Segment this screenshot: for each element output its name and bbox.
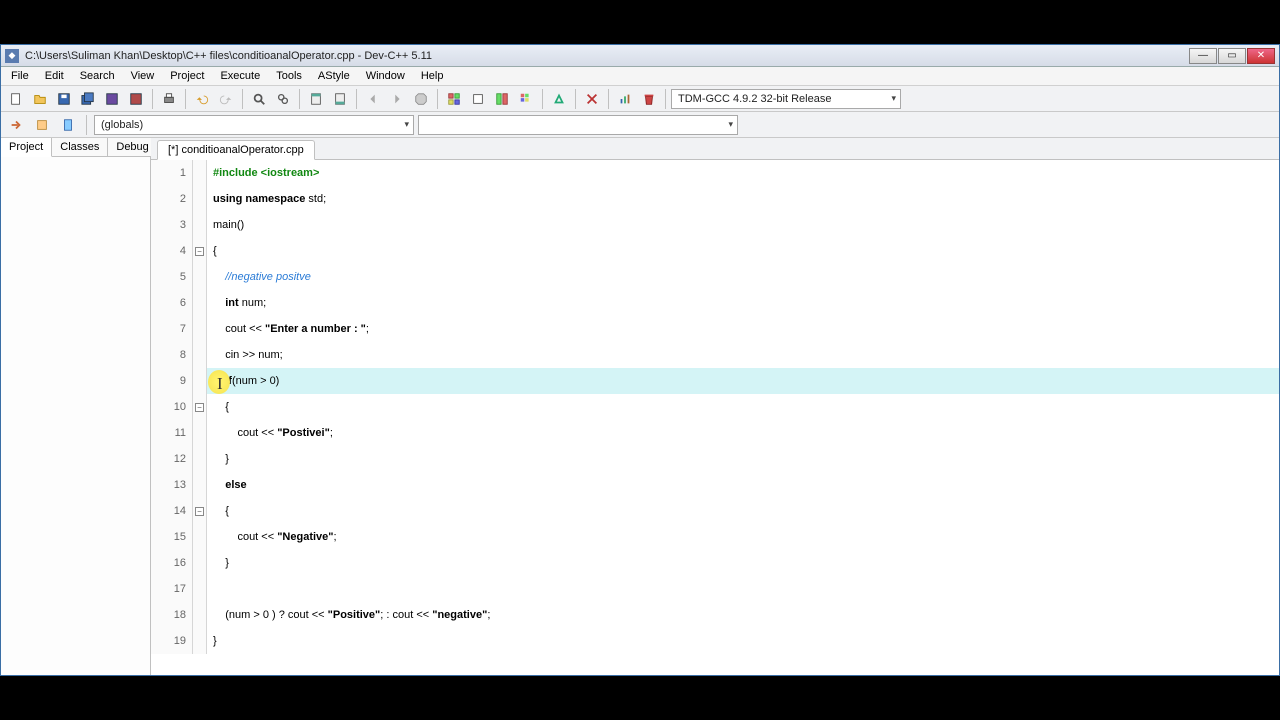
minimize-button[interactable]: — (1189, 48, 1217, 64)
trash-icon[interactable] (638, 88, 660, 110)
fold-minus-icon[interactable]: − (195, 247, 204, 256)
line-number: 18 (151, 602, 193, 628)
menu-help[interactable]: Help (413, 68, 452, 84)
scope-select[interactable]: (globals) (94, 115, 414, 135)
code-editor[interactable]: I 1#include <iostream> 2using namespace … (151, 160, 1279, 675)
save-icon[interactable] (53, 88, 75, 110)
compiler-select[interactable]: TDM-GCC 4.9.2 32-bit Release (671, 89, 901, 109)
save-all-icon[interactable] (77, 88, 99, 110)
app-icon: ◆ (5, 49, 19, 63)
menu-astyle[interactable]: AStyle (310, 68, 358, 84)
menu-project[interactable]: Project (162, 68, 212, 84)
open-file-icon[interactable] (29, 88, 51, 110)
member-select[interactable] (418, 115, 738, 135)
side-panel: Project Classes Debug (1, 138, 151, 675)
undo-icon[interactable] (191, 88, 213, 110)
bookmark2-icon[interactable] (329, 88, 351, 110)
menu-tools[interactable]: Tools (268, 68, 310, 84)
line-number: 1 (151, 160, 193, 186)
project-tree[interactable] (1, 157, 150, 675)
toolbar-main: TDM-GCC 4.9.2 32-bit Release (1, 86, 1279, 112)
find-icon[interactable] (248, 88, 270, 110)
line-number: 3 (151, 212, 193, 238)
goto-func-icon[interactable] (5, 114, 27, 136)
debug-icon[interactable] (548, 88, 570, 110)
line-number: 16 (151, 550, 193, 576)
redo-icon[interactable] (215, 88, 237, 110)
nav-fwd-icon[interactable] (386, 88, 408, 110)
line-number: 4 (151, 238, 193, 264)
goto-line-icon[interactable] (57, 114, 79, 136)
tab-project[interactable]: Project (1, 138, 52, 157)
menu-search[interactable]: Search (72, 68, 123, 84)
line-number: 6 (151, 290, 193, 316)
rebuild-icon[interactable] (515, 88, 537, 110)
line-number: 14 (151, 498, 193, 524)
fold-minus-icon[interactable]: − (195, 403, 204, 412)
nav-stop-icon[interactable] (410, 88, 432, 110)
line-number: 12 (151, 446, 193, 472)
line-number: 9 (151, 368, 193, 394)
profile-icon[interactable] (614, 88, 636, 110)
line-number: 15 (151, 524, 193, 550)
line-number: 13 (151, 472, 193, 498)
save-project-icon[interactable] (101, 88, 123, 110)
close-file-icon[interactable] (125, 88, 147, 110)
menu-file[interactable]: File (3, 68, 37, 84)
menu-edit[interactable]: Edit (37, 68, 72, 84)
line-number: 8 (151, 342, 193, 368)
title-bar[interactable]: ◆ C:\Users\Suliman Khan\Desktop\C++ file… (1, 45, 1279, 67)
compile-icon[interactable] (443, 88, 465, 110)
run-icon[interactable] (467, 88, 489, 110)
stop-icon[interactable] (581, 88, 603, 110)
close-button[interactable]: ✕ (1247, 48, 1275, 64)
editor-pane: [*] conditioanalOperator.cpp I 1#include… (151, 138, 1279, 675)
line-number: 10 (151, 394, 193, 420)
fold-minus-icon[interactable]: − (195, 507, 204, 516)
compile-run-icon[interactable] (491, 88, 513, 110)
line-number: 11 (151, 420, 193, 446)
line-number: 19 (151, 628, 193, 654)
line-number: 7 (151, 316, 193, 342)
tab-classes[interactable]: Classes (52, 138, 108, 156)
bookmark1-icon[interactable] (305, 88, 327, 110)
menu-window[interactable]: Window (358, 68, 413, 84)
new-file-icon[interactable] (5, 88, 27, 110)
replace-icon[interactable] (272, 88, 294, 110)
line-number: 17 (151, 576, 193, 602)
new-class-icon[interactable] (31, 114, 53, 136)
window-title: C:\Users\Suliman Khan\Desktop\C++ files\… (25, 50, 1189, 62)
line-number: 5 (151, 264, 193, 290)
maximize-button[interactable]: ▭ (1218, 48, 1246, 64)
menu-bar: File Edit Search View Project Execute To… (1, 67, 1279, 86)
toolbar-scope: (globals) (1, 112, 1279, 138)
menu-execute[interactable]: Execute (212, 68, 268, 84)
nav-back-icon[interactable] (362, 88, 384, 110)
print-icon[interactable] (158, 88, 180, 110)
app-window: ◆ C:\Users\Suliman Khan\Desktop\C++ file… (0, 44, 1280, 676)
menu-view[interactable]: View (123, 68, 163, 84)
line-number: 2 (151, 186, 193, 212)
editor-tab[interactable]: [*] conditioanalOperator.cpp (157, 140, 315, 160)
